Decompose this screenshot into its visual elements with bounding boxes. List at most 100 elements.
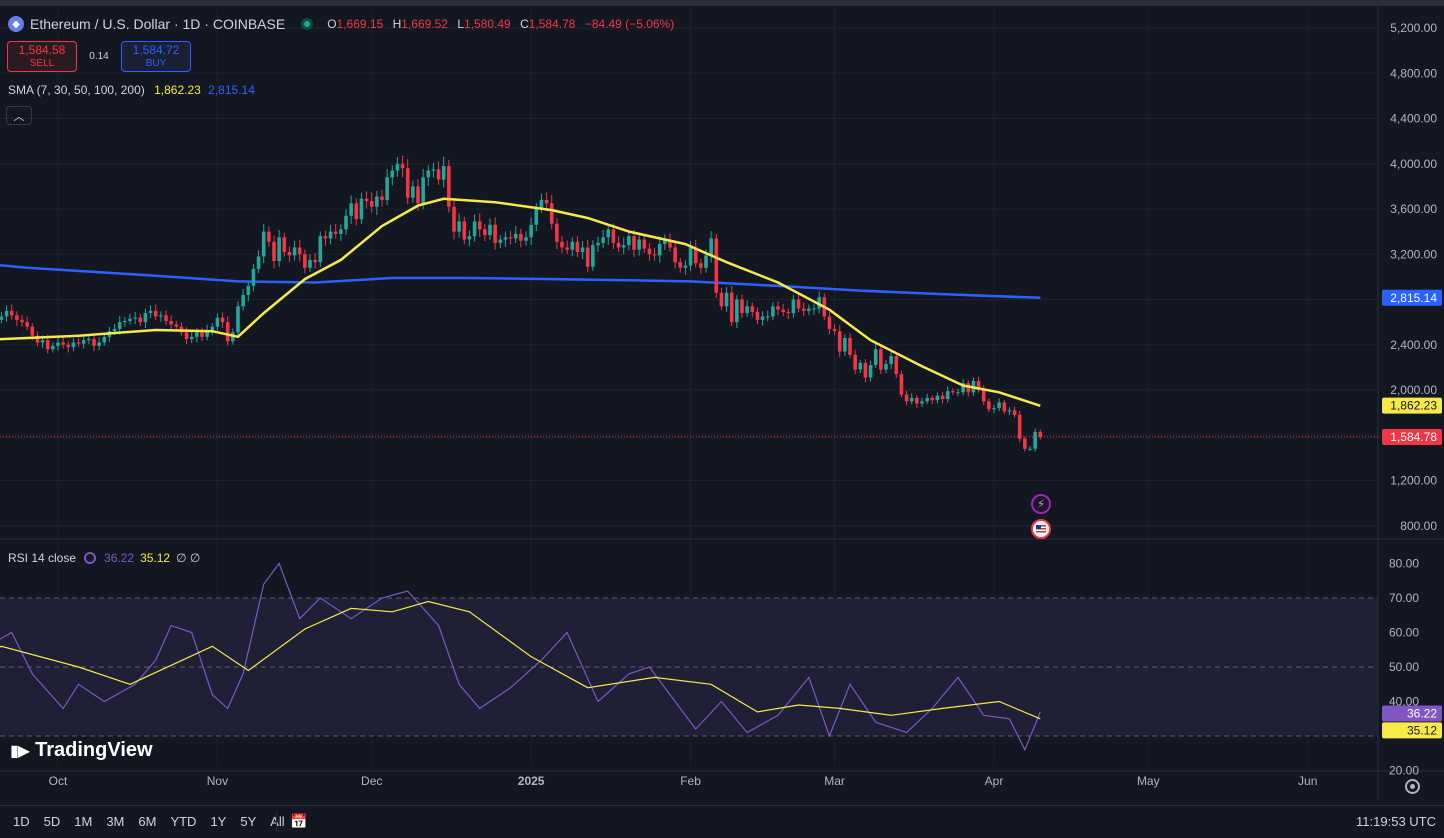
- ohlc-change: −84.49 (−5.06%): [584, 17, 675, 31]
- candle-body: [657, 244, 662, 256]
- rsi-label: RSI 14 close: [8, 551, 77, 565]
- candle-body: [678, 262, 683, 268]
- candle-body: [483, 229, 487, 236]
- ohlc-open: 1,669.15: [336, 17, 384, 31]
- candle: [1017, 410, 1022, 443]
- candle-body: [390, 170, 395, 178]
- rsi-legend[interactable]: RSI 14 close 36.22 35.12 ∅ ∅: [8, 551, 200, 565]
- candle-body: [755, 311, 760, 320]
- candle-body: [555, 223, 559, 242]
- candle-body: [241, 294, 245, 307]
- candle-body: [431, 169, 436, 171]
- utc-clock[interactable]: 11:19:53 UTC: [1356, 814, 1436, 829]
- candle-body: [997, 402, 1001, 409]
- range-5d[interactable]: 5D: [37, 814, 68, 829]
- price-tick-label: 4,800.00: [1390, 66, 1437, 80]
- candle-body: [318, 236, 323, 263]
- sma-legend[interactable]: SMA (7, 30, 50, 100, 200) 1,862.23 2,815…: [8, 83, 255, 97]
- candle-body: [565, 247, 569, 250]
- price-tick-label: 3,600.00: [1390, 202, 1437, 216]
- rsi-tick-label: 60.00: [1389, 626, 1419, 640]
- candle-body: [637, 239, 641, 250]
- candle-body: [308, 259, 312, 268]
- candle-body: [246, 285, 251, 295]
- candle-body: [642, 239, 647, 249]
- candle-body: [102, 336, 107, 343]
- candle-body: [71, 342, 76, 348]
- candle-body: [853, 354, 857, 370]
- price-tick-label: 3,200.00: [1390, 247, 1437, 261]
- axis-badge-text: 1,862.23: [1390, 399, 1437, 413]
- range-6m[interactable]: 6M: [131, 814, 163, 829]
- time-tick-label: Mar: [824, 774, 845, 788]
- candle-body: [513, 233, 518, 239]
- range-ytd[interactable]: YTD: [163, 814, 203, 829]
- candle-body: [174, 324, 179, 327]
- candle-body: [405, 168, 410, 198]
- candle-body: [359, 198, 364, 220]
- ohlc-values: O1,669.15 H1,669.52 L1,580.49 C1,584.78 …: [327, 17, 680, 31]
- candle-body: [575, 241, 580, 252]
- candle-body: [935, 395, 940, 401]
- candle-body: [416, 186, 420, 204]
- candle-body: [673, 247, 677, 263]
- candle-body: [719, 292, 724, 307]
- candle-body: [117, 322, 122, 329]
- candle-body: [611, 229, 616, 243]
- candle-body: [843, 337, 847, 352]
- candle-body: [786, 311, 791, 314]
- time-tick-label: Jun: [1298, 774, 1317, 788]
- candle-body: [904, 394, 909, 402]
- candle-body: [889, 356, 893, 364]
- range-1m[interactable]: 1M: [67, 814, 99, 829]
- candle-body: [313, 259, 317, 263]
- candle-body: [457, 221, 461, 232]
- candle-body: [524, 237, 528, 241]
- candle-body: [837, 331, 842, 352]
- candle-body: [714, 238, 719, 293]
- range-3m[interactable]: 3M: [99, 814, 131, 829]
- axis-value-badge: 2,815.14: [1382, 289, 1442, 306]
- candle-body: [251, 268, 256, 286]
- range-1d[interactable]: 1D: [6, 814, 37, 829]
- calendar-range-icon[interactable]: 📅: [290, 813, 307, 830]
- candle-body: [508, 237, 513, 239]
- candle-body: [992, 408, 996, 410]
- candle-body: [493, 224, 497, 243]
- chevron-up-icon: ︿: [13, 110, 25, 123]
- candle-body: [467, 236, 472, 240]
- range-all[interactable]: All: [263, 814, 291, 829]
- candle-body: [1007, 410, 1012, 412]
- range-5y[interactable]: 5Y: [233, 814, 263, 829]
- symbol-title[interactable]: Ethereum / U.S. Dollar · 1D · COINBASE: [30, 16, 285, 32]
- candle-body: [225, 322, 230, 342]
- sell-button[interactable]: 1,584.58 SELL: [7, 41, 77, 72]
- event-us-flag-icon[interactable]: [1031, 519, 1051, 539]
- candle-body: [436, 169, 441, 180]
- candle-body: [863, 362, 868, 378]
- candle-body: [801, 308, 806, 311]
- price-tick-label: 1,200.00: [1390, 474, 1437, 488]
- candle-body: [1023, 438, 1027, 449]
- candle-body: [303, 254, 307, 268]
- range-1y[interactable]: 1Y: [203, 814, 233, 829]
- candle-body: [0, 316, 4, 320]
- candle-body: [621, 245, 626, 248]
- sma-label: SMA (7, 30, 50, 100, 200): [8, 83, 145, 97]
- axis-settings-icon[interactable]: [1405, 779, 1420, 794]
- candle-body: [1012, 410, 1017, 415]
- axis-badge-text: 36.22: [1407, 707, 1437, 721]
- tradingview-logo[interactable]: ▮▶ TradingView: [10, 739, 153, 762]
- candle-body: [616, 242, 621, 248]
- time-tick-label: 2025: [518, 774, 545, 788]
- candle-body: [519, 233, 523, 241]
- rsi-tick-label: 80.00: [1389, 557, 1419, 571]
- candle-body: [750, 306, 755, 312]
- collapse-legend-button[interactable]: ︿: [6, 106, 32, 125]
- candle-body: [441, 166, 446, 180]
- candle-body: [272, 241, 276, 262]
- event-lightning-icon[interactable]: ⚡: [1031, 494, 1051, 514]
- candle-body: [200, 332, 204, 337]
- buy-button[interactable]: 1,584.72 BUY: [121, 41, 191, 72]
- price-chart[interactable]: 800.00 1,200.00 2,000.00 2,400.00 3,200.00 3,…: [0, 6, 1444, 805]
